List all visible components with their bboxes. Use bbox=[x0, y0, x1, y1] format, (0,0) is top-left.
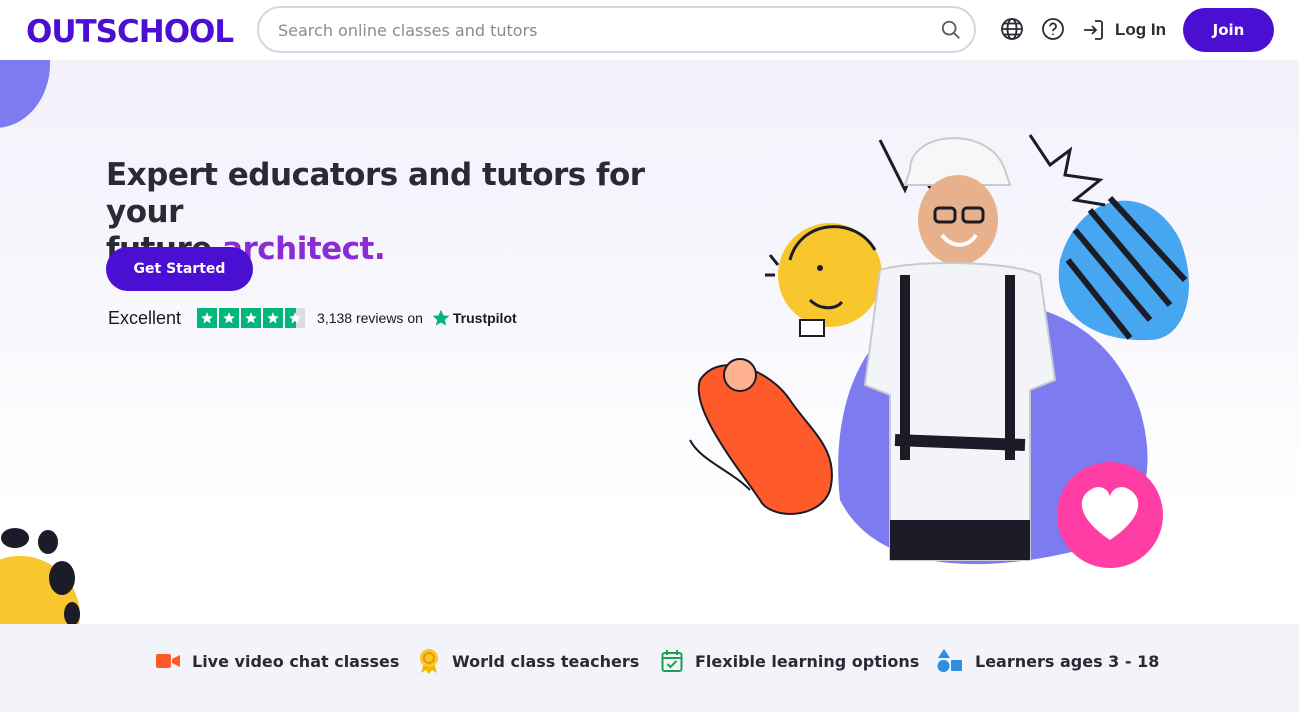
feature-world-class-teachers: World class teachers bbox=[418, 648, 639, 674]
search-input[interactable] bbox=[278, 18, 918, 42]
top-nav: OUTSCHOOL Log In Join bbox=[0, 0, 1299, 60]
login-button[interactable]: Log In bbox=[1081, 17, 1166, 43]
blue-striped-shape bbox=[1058, 195, 1189, 341]
feature-label: Live video chat classes bbox=[192, 651, 400, 671]
award-ribbon-icon bbox=[420, 649, 438, 674]
trustpilot-rating-word: Excellent bbox=[108, 307, 182, 328]
feature-live-video: Live video chat classes bbox=[156, 648, 399, 674]
login-icon bbox=[1084, 20, 1103, 40]
child-in-hardhat bbox=[863, 137, 1057, 561]
help-icon[interactable] bbox=[1041, 17, 1065, 41]
decorative-blob bbox=[0, 60, 50, 128]
login-label: Log In bbox=[1115, 20, 1166, 39]
shapes-icon bbox=[937, 649, 962, 672]
get-started-button[interactable]: Get Started bbox=[106, 247, 253, 291]
pink-heart-badge bbox=[1057, 462, 1163, 568]
hero-section: Expert educators and tutors for your fut… bbox=[0, 60, 1299, 624]
star-icon bbox=[219, 308, 240, 328]
calendar-check-icon bbox=[661, 650, 683, 672]
feature-label: Learners ages 3 - 18 bbox=[975, 651, 1160, 671]
headline-line1: Expert educators and tutors for your bbox=[106, 157, 645, 230]
search-bar[interactable] bbox=[257, 6, 976, 53]
star-icon bbox=[197, 308, 218, 328]
trustpilot-star-icon bbox=[432, 309, 450, 326]
feature-label: Flexible learning options bbox=[695, 651, 920, 671]
star-icon bbox=[241, 308, 262, 328]
yellow-face-badge bbox=[765, 223, 882, 337]
trustpilot-logo: Trustpilot bbox=[431, 308, 517, 328]
feature-learner-ages: Learners ages 3 - 18 bbox=[937, 648, 1159, 674]
feature-flexible-learning: Flexible learning options bbox=[661, 648, 919, 674]
globe-icon[interactable] bbox=[1000, 17, 1024, 41]
features-bar: Live video chat classes World class teac… bbox=[0, 624, 1299, 712]
outschool-logo[interactable]: OUTSCHOOL bbox=[26, 12, 236, 48]
trustpilot-brand-text: Trustpilot bbox=[452, 310, 517, 326]
trustpilot-rating[interactable]: Excellent 3,138 reviews on Trustpilot bbox=[108, 306, 517, 330]
feature-label: World class teachers bbox=[452, 651, 640, 671]
join-button[interactable]: Join bbox=[1183, 8, 1274, 52]
decorative-yellow-dots-shape bbox=[0, 528, 80, 624]
video-camera-icon bbox=[156, 654, 180, 668]
logo-text: OUTSCHOOL bbox=[26, 14, 233, 48]
orange-superhero-sticker bbox=[689, 358, 833, 515]
trustpilot-review-count: 3,138 reviews on bbox=[317, 310, 423, 326]
star-icon bbox=[263, 308, 284, 328]
hero-illustration bbox=[689, 134, 1189, 568]
trustpilot-stars bbox=[197, 308, 306, 328]
half-star-icon bbox=[285, 308, 306, 328]
search-icon[interactable] bbox=[940, 19, 962, 41]
